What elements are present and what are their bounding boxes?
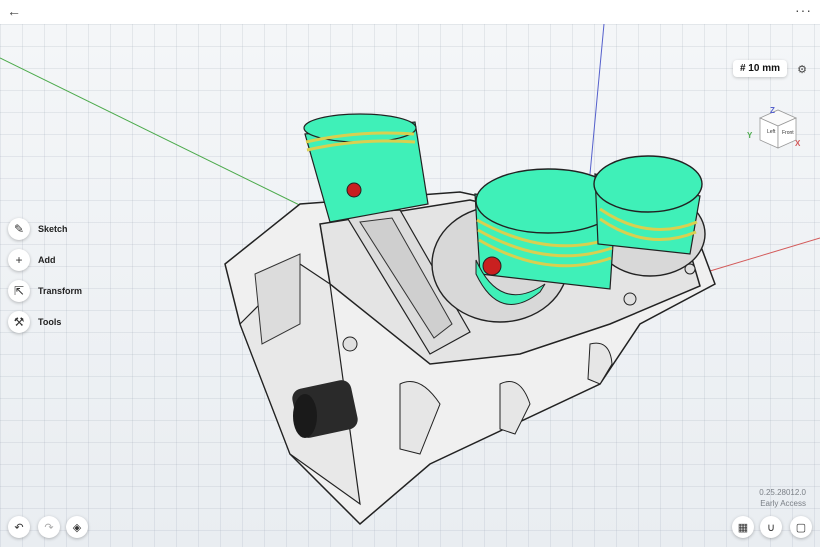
- tools-tool[interactable]: ⚒ Tools: [8, 311, 61, 333]
- sketch-tool[interactable]: ✎ Sketch: [8, 218, 68, 240]
- layers-button[interactable]: ◈: [66, 516, 88, 538]
- transform-tool[interactable]: ⇱ Transform: [8, 280, 82, 302]
- viewcube-y-label: Y: [747, 131, 753, 140]
- y-axis-line: [0, 57, 331, 221]
- layers-icon: ◈: [72, 521, 82, 534]
- z-axis-line: [589, 24, 605, 175]
- piston-back-right: [593, 155, 703, 255]
- undo-button[interactable]: ↶: [8, 516, 30, 538]
- snap-settings-icon[interactable]: ⚙: [792, 59, 812, 79]
- pencil-icon: ✎: [8, 218, 30, 240]
- grid-scale-chip[interactable]: # 10 mm: [732, 60, 787, 77]
- transform-label: Transform: [38, 286, 83, 296]
- hammer-icon: ⚒: [8, 311, 30, 333]
- add-tool[interactable]: + Add: [8, 249, 56, 271]
- frame-icon: ▢: [795, 521, 807, 534]
- add-label: Add: [38, 255, 56, 265]
- tools-label: Tools: [38, 317, 62, 327]
- snap-button[interactable]: ∪: [760, 516, 782, 538]
- redo-button[interactable]: ↷: [38, 516, 60, 538]
- viewcube-front-label: Front: [782, 130, 794, 136]
- title-bar: ← ···: [0, 0, 820, 25]
- x-axis-line: [699, 237, 820, 275]
- sketch-label: Sketch: [38, 224, 68, 234]
- plus-icon: +: [8, 249, 30, 271]
- view-cube[interactable]: Left Front Z Y X: [746, 104, 802, 156]
- version-info: 0.25.28012.0 Early Access: [759, 487, 806, 509]
- 3d-viewport[interactable]: ✎ Sketch + Add ⇱ Transform ⚒ Tools # 10 …: [0, 24, 820, 547]
- frame-button[interactable]: ▢: [790, 516, 812, 538]
- more-options-icon[interactable]: ···: [795, 2, 812, 18]
- display-mode-button[interactable]: ▦: [732, 516, 754, 538]
- redo-icon: ↷: [44, 521, 54, 534]
- display-mode-icon: ▦: [737, 521, 749, 534]
- viewcube-z-label: Z: [770, 106, 775, 115]
- engine-model[interactable]: [0, 24, 820, 547]
- viewcube-left-label: Left: [767, 129, 776, 135]
- version-channel: Early Access: [760, 499, 806, 508]
- transform-icon: ⇱: [8, 280, 30, 302]
- magnet-icon: ∪: [766, 521, 776, 534]
- back-arrow-icon[interactable]: ←: [7, 3, 21, 19]
- undo-icon: ↶: [14, 521, 24, 534]
- viewcube-x-label: X: [795, 139, 801, 148]
- version-number: 0.25.28012.0: [759, 488, 806, 497]
